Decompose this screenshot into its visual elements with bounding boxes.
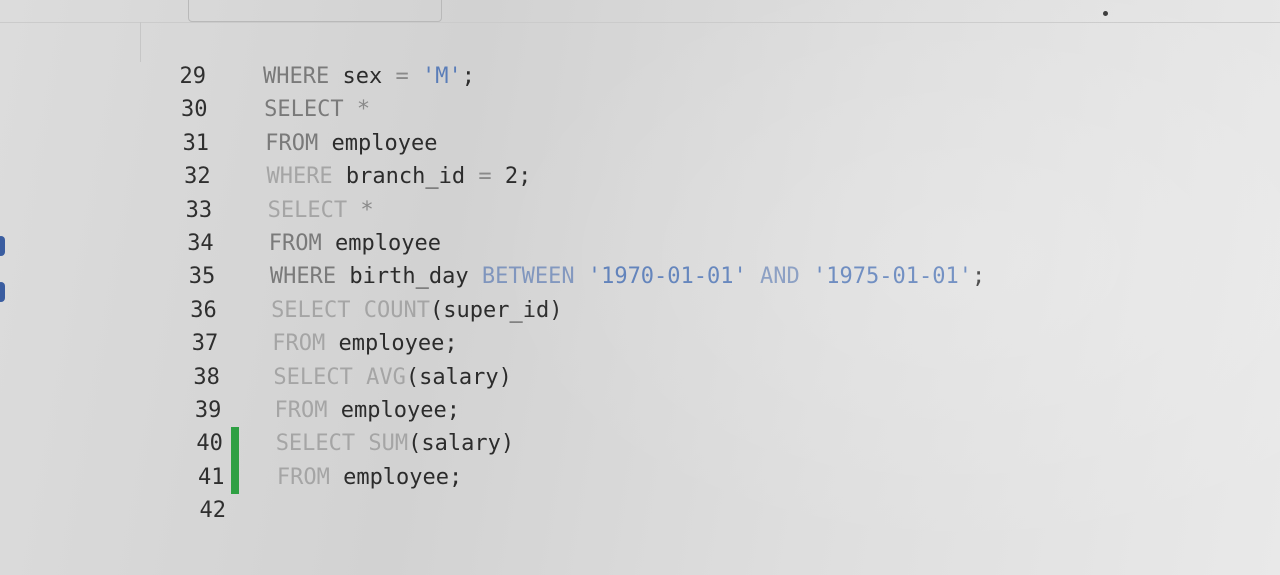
code-line[interactable]: 38 SELECT AVG(salary) xyxy=(0,361,1280,394)
keyword-token: SUM xyxy=(368,431,409,457)
code-line[interactable]: 35 WHERE birth_day BETWEEN '1970-01-01' A… xyxy=(0,260,1280,293)
code-token: employee; xyxy=(325,331,458,357)
string-literal: 'M' xyxy=(421,64,462,89)
keyword-token: WHERE xyxy=(263,64,330,89)
keyword-token: = xyxy=(478,164,492,190)
code-token: employee; xyxy=(329,464,463,490)
keyword-token: COUNT xyxy=(363,297,431,323)
code-line[interactable]: 29 WHERE sex = 'M'; xyxy=(0,60,1280,93)
code-text: SELECT COUNT(super_id) xyxy=(271,294,562,327)
code-line[interactable]: 34 FROM employee xyxy=(0,227,1280,260)
modified-line-marker xyxy=(231,460,239,495)
keyword-token: AVG xyxy=(366,364,406,390)
code-text: WHERE birth_day BETWEEN '1970-01-01' AND… xyxy=(270,260,985,293)
keyword-token: FROM xyxy=(272,331,326,357)
code-token: (salary) xyxy=(405,364,512,390)
code-line[interactable]: 30 SELECT * xyxy=(0,93,1280,126)
modified-line-marker xyxy=(231,427,239,461)
code-line[interactable]: 40 SELECT SUM(salary) xyxy=(0,427,1280,461)
line-number: 37 xyxy=(191,331,219,357)
code-text: FROM employee; xyxy=(277,461,462,494)
line-number: 30 xyxy=(181,97,208,123)
line-number: 36 xyxy=(190,297,217,323)
line-number: 40 xyxy=(196,431,223,457)
editor-edge-divider xyxy=(140,22,141,62)
code-text: FROM employee; xyxy=(272,327,457,360)
code-token: (super_id) xyxy=(430,297,563,323)
code-token: ; xyxy=(971,264,986,290)
code-token: employee; xyxy=(327,397,460,423)
code-token: birth_day xyxy=(336,264,482,290)
line-number: 33 xyxy=(185,197,213,223)
code-line[interactable]: 41 FROM employee; xyxy=(0,460,1280,495)
keyword-token: * xyxy=(356,97,371,123)
code-text: SELECT * xyxy=(264,93,370,126)
line-number: 31 xyxy=(182,130,210,156)
keyword-token: BETWEEN xyxy=(481,264,575,290)
code-line[interactable]: 37 FROM employee; xyxy=(0,327,1280,360)
code-token: 2; xyxy=(491,164,532,190)
code-text: SELECT SUM(salary) xyxy=(276,427,514,460)
line-number: 42 xyxy=(199,498,227,524)
code-text: SELECT * xyxy=(268,194,374,227)
code-line[interactable]: 42 xyxy=(0,494,1280,527)
code-text: FROM employee xyxy=(265,127,437,160)
keyword-token: SELECT xyxy=(267,197,348,223)
keyword-token: * xyxy=(360,197,374,223)
line-number: 32 xyxy=(184,164,211,190)
keyword-token: AND xyxy=(760,264,800,290)
code-line[interactable]: 36 SELECT COUNT(super_id) xyxy=(0,294,1280,327)
line-number: 29 xyxy=(179,64,207,89)
keyword-token: FROM xyxy=(265,130,319,156)
code-token: sex xyxy=(329,64,396,89)
code-token: (salary) xyxy=(408,431,515,457)
code-token: employee xyxy=(321,230,441,256)
line-number: 38 xyxy=(193,364,220,390)
toolbar-divider xyxy=(0,22,1280,23)
code-token: branch_id xyxy=(332,164,479,190)
code-token: employee xyxy=(318,130,438,156)
keyword-token: WHERE xyxy=(266,164,333,190)
keyword-token: = xyxy=(395,64,409,89)
keyword-token: FROM xyxy=(274,397,328,423)
code-text: FROM employee xyxy=(269,227,441,260)
line-number: 39 xyxy=(194,397,222,423)
keyword-token: FROM xyxy=(276,464,330,490)
line-number: 35 xyxy=(188,264,216,290)
keyword-token: FROM xyxy=(268,230,322,256)
string-literal: '1970-01-01' xyxy=(587,264,747,290)
keyword-token: SELECT xyxy=(271,297,351,323)
code-token: ; xyxy=(461,64,475,89)
string-literal: '1975-01-01' xyxy=(813,264,972,290)
line-number: 41 xyxy=(197,464,225,490)
keyword-token: SELECT xyxy=(273,364,353,390)
keyword-token: WHERE xyxy=(269,264,337,290)
code-line[interactable]: 32 WHERE branch_id = 2; xyxy=(0,160,1280,193)
code-text: WHERE branch_id = 2; xyxy=(266,160,531,193)
keyword-token: SELECT xyxy=(264,97,344,123)
code-line[interactable]: 33 SELECT * xyxy=(0,194,1280,227)
code-text: WHERE sex = 'M'; xyxy=(263,60,475,93)
code-text: SELECT AVG(salary) xyxy=(273,361,511,394)
dot-icon xyxy=(1103,11,1108,16)
sql-code-editor[interactable]: 29 WHERE sex = 'M'; 30 SELECT * 31 FROM emplo… xyxy=(0,60,1280,527)
code-line[interactable]: 31 FROM employee xyxy=(0,127,1280,160)
keyword-token: SELECT xyxy=(275,431,356,457)
toolbar-field-outline xyxy=(188,0,442,22)
code-text: FROM employee; xyxy=(275,394,460,427)
line-number: 34 xyxy=(187,230,214,256)
code-line[interactable]: 39 FROM employee; xyxy=(0,394,1280,427)
